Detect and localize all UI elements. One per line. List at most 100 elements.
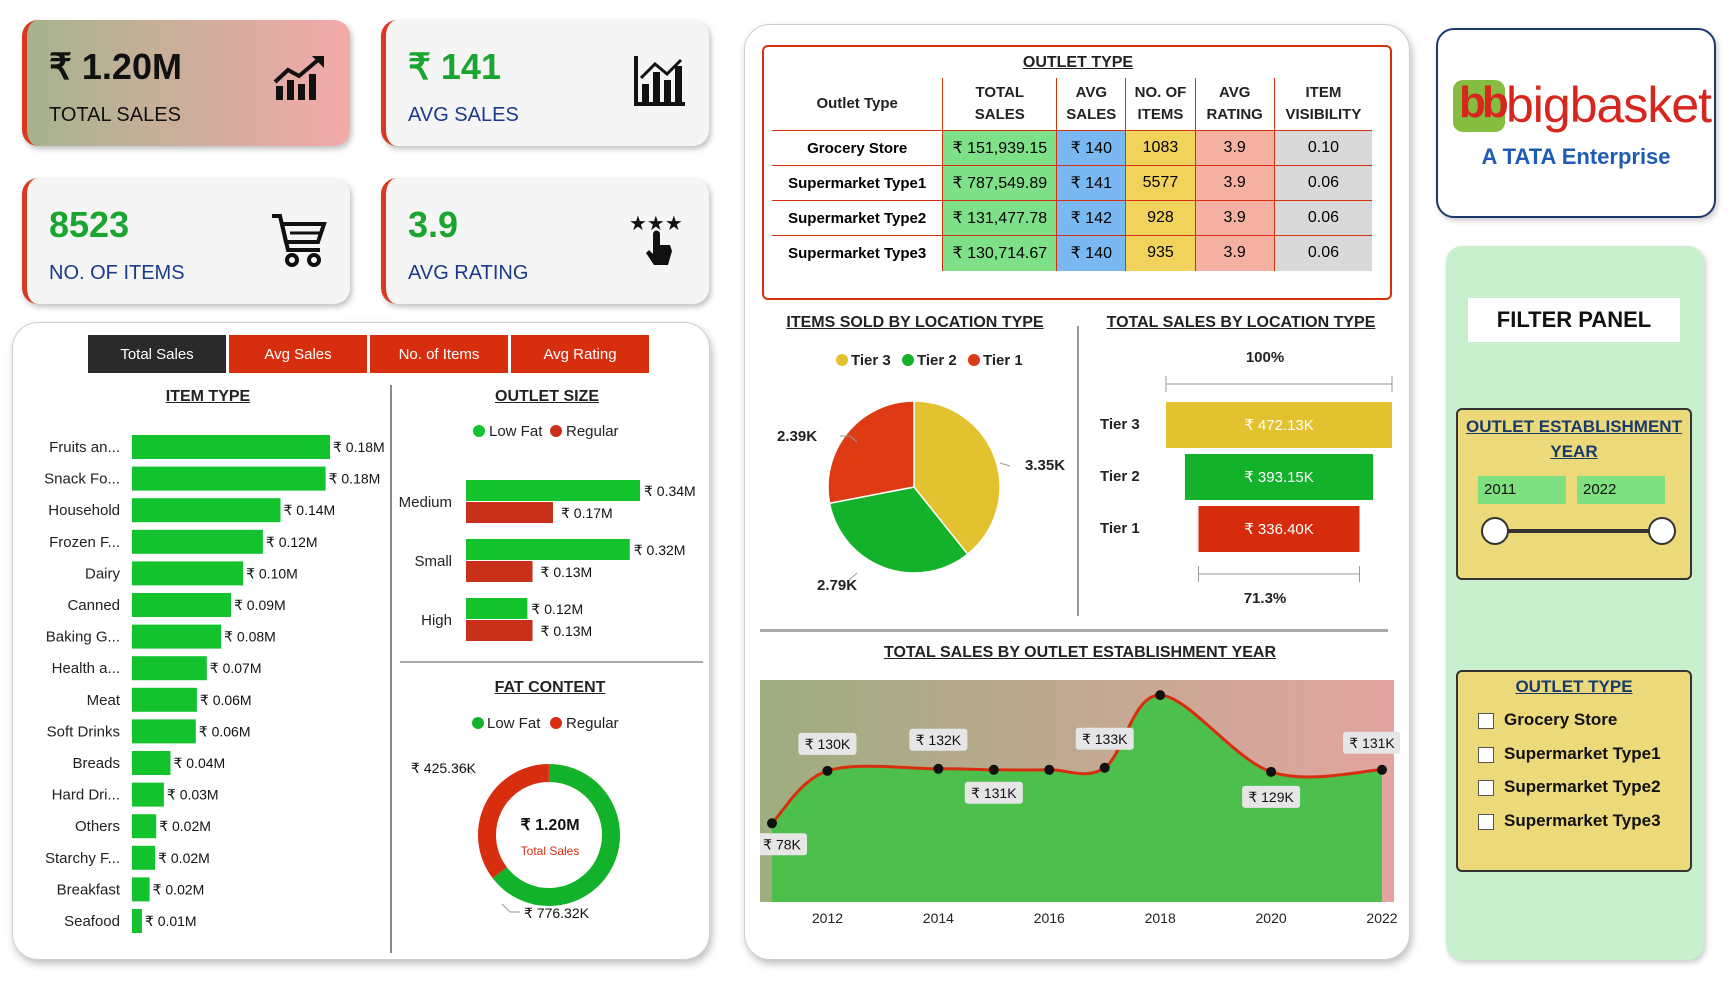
outlet-size-value-label: ₹ 0.34M (644, 483, 696, 499)
outlet-size-value-label: ₹ 0.32M (634, 542, 686, 558)
tab-total-sales[interactable]: Total Sales (88, 335, 226, 373)
item-type-category-label: Health a... (52, 660, 120, 677)
table-cell: 3.9 (1195, 165, 1275, 201)
outlet-table-title: OUTLET TYPE (1022, 54, 1134, 71)
legend-dot-low-fat (472, 717, 484, 729)
outlet-size-value-label: ₹ 0.12M (531, 601, 583, 617)
col-header: TOTAL SALES (942, 78, 1058, 131)
table-cell: 3.9 (1195, 235, 1275, 271)
filter-option-label: Grocery Store (1504, 710, 1618, 729)
x-tick-label: 2022 (1366, 910, 1397, 926)
item-type-category-label: Household (48, 502, 120, 519)
tab-no-of-items[interactable]: No. of Items (370, 335, 508, 373)
data-point (1044, 764, 1055, 775)
outlet-size-low-fat-bar (466, 480, 640, 501)
item-type-bar (132, 498, 281, 523)
outlet-size-value-label: ₹ 0.13M (541, 623, 593, 639)
table-cell: ₹ 140 (1056, 235, 1127, 271)
data-label: ₹ 132K (916, 732, 962, 748)
kpi-value: 8523 (49, 204, 130, 245)
checkbox[interactable] (1478, 779, 1494, 796)
data-point (1266, 766, 1277, 777)
table-row: Grocery Store ₹ 151,939.15 ₹ 140 1083 3.9 0.1… (772, 130, 1372, 166)
col-header: AVG SALES (1056, 78, 1127, 131)
year-filter-title: OUTLET ESTABLISHMENT YEAR (1466, 417, 1682, 461)
item-type-category-label: Others (75, 818, 120, 835)
item-type-value-label: ₹ 0.08M (224, 629, 276, 645)
outlet-size-category-label: High (421, 612, 452, 629)
funnel-tier-label: Tier 3 (1100, 416, 1140, 433)
donut-center-label: Total Sales (520, 844, 580, 858)
horizontal-divider (400, 661, 703, 663)
legend-dot (836, 354, 848, 366)
checkbox[interactable] (1478, 712, 1494, 729)
table-cell: ₹ 142 (1056, 200, 1127, 236)
checkbox[interactable] (1478, 746, 1494, 763)
item-type-value-label: ₹ 0.03M (167, 787, 219, 803)
year-slider-start-handle[interactable] (1481, 517, 1509, 545)
item-type-category-label: Breakfast (57, 881, 121, 898)
table-cell: 0.06 (1274, 165, 1372, 201)
x-tick-label: 2012 (812, 910, 843, 926)
col-header: AVG RATING (1195, 78, 1275, 131)
item-type-category-label: Canned (67, 597, 120, 614)
kpi-value: ₹ 141 (408, 46, 501, 87)
table-row: Supermarket Type1 ₹ 787,549.89 ₹ 141 5577 3.… (772, 165, 1372, 201)
filter-option-supermarket-type2[interactable]: Supermarket Type2 (1478, 777, 1661, 797)
outlet-size-value-label: ₹ 0.13M (541, 564, 593, 580)
funnel-top-label: 100% (1246, 349, 1284, 366)
outlet-type-cell: Supermarket Type3 (772, 235, 944, 271)
table-cell: ₹ 131,477.78 (942, 200, 1058, 236)
item-type-category-label: Soft Drinks (47, 723, 120, 740)
filter-option-supermarket-type1[interactable]: Supermarket Type1 (1478, 744, 1661, 764)
outlet-size-low-fat-bar (466, 598, 528, 619)
fat-content-title: FAT CONTENT (494, 679, 606, 696)
tab-avg-rating[interactable]: Avg Rating (511, 335, 649, 373)
x-tick-label: 2018 (1145, 910, 1176, 926)
leader-line (501, 903, 520, 913)
table-cell: 5577 (1125, 165, 1196, 201)
legend-dot (968, 354, 980, 366)
item-type-bar (132, 687, 197, 712)
year-from-field[interactable]: 2011 (1478, 476, 1566, 504)
year-to-field[interactable]: 2022 (1577, 476, 1665, 504)
item-type-bar (132, 877, 150, 902)
tab-avg-sales[interactable]: Avg Sales (229, 335, 367, 373)
filter-option-supermarket-type3[interactable]: Supermarket Type3 (1478, 811, 1661, 831)
x-tick-label: 2020 (1256, 910, 1287, 926)
pie-label-tier-1: 2.39K (777, 428, 817, 445)
establishment-title: TOTAL SALES BY OUTLET ESTABLISHMENT YEAR (883, 644, 1277, 661)
pie-slice (827, 400, 915, 505)
filter-panel-title: FILTER PANEL (1468, 298, 1680, 342)
items-by-location-chart: Tier 3 Tier 2 Tier 1 3.35K 2.79K 2.39K (777, 352, 1065, 594)
kpi-avg-sales: ₹ 141 AVG SALES (381, 20, 709, 146)
brand-name: bigbasket (1506, 77, 1712, 133)
legend-dot-low-fat (473, 425, 485, 437)
filter-option-label: Supermarket Type3 (1504, 811, 1661, 830)
year-slider-track[interactable] (1496, 529, 1662, 533)
x-tick-label: 2016 (1034, 910, 1065, 926)
checkbox[interactable] (1478, 813, 1494, 830)
item-type-bar (132, 529, 263, 554)
item-type-value-label: ₹ 0.07M (210, 660, 262, 676)
shopping-cart-icon (270, 212, 328, 273)
legend-label: Tier 1 (983, 352, 1023, 369)
data-point (1155, 690, 1166, 701)
table-cell: 935 (1125, 235, 1196, 271)
kpi-label: TOTAL SALES (49, 104, 181, 126)
item-type-category-label: Frozen F... (49, 534, 120, 551)
outlet-size-value-label: ₹ 0.17M (561, 505, 613, 521)
items-by-location-title: ITEMS SOLD BY LOCATION TYPE (786, 314, 1044, 331)
data-label: ₹ 131K (1349, 735, 1395, 751)
item-type-category-label: Starchy F... (45, 850, 120, 867)
item-type-bar (132, 466, 326, 491)
chart-growth-icon (272, 54, 328, 109)
year-slider-end-handle[interactable] (1648, 517, 1676, 545)
filter-option-grocery-store[interactable]: Grocery Store (1478, 710, 1617, 730)
outlet-size-regular-bar (466, 620, 533, 641)
kpi-avg-rating: 3.9 AVG RATING ★★★ (381, 178, 709, 304)
item-type-title: ITEM TYPE (165, 388, 251, 405)
legend-label: Regular (566, 715, 619, 732)
table-cell: 928 (1125, 200, 1196, 236)
location-divider (1077, 326, 1079, 616)
